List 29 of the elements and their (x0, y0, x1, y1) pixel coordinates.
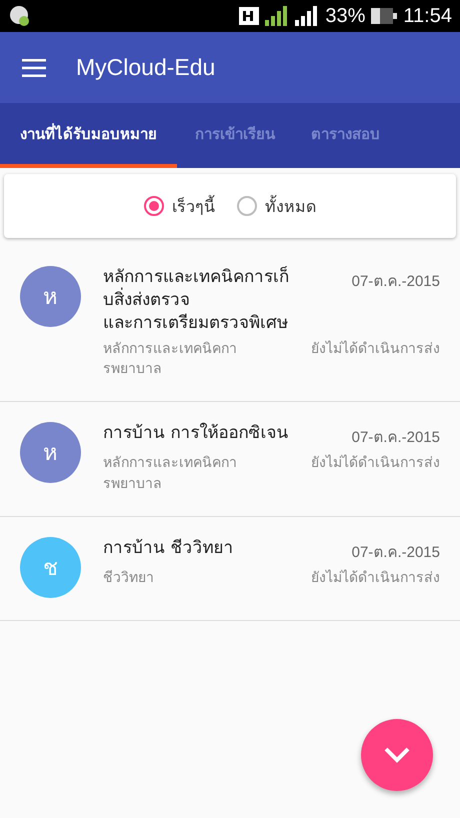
tab[interactable]: งานที่ได้รับมอบหมาย (0, 103, 177, 168)
signal-icon (295, 6, 320, 26)
signal-icon (265, 6, 290, 26)
network-type-icon (239, 7, 260, 25)
submission-status: ยังไม่ได้ดำเนินการส่ง (311, 568, 440, 588)
avatar: ห (20, 266, 81, 327)
due-date: 07-ต.ค.-2015 (352, 428, 440, 448)
battery-percent: 33% (325, 4, 366, 28)
expand-button[interactable] (361, 719, 433, 791)
assignment-title: การบ้าน การให้ออกซิเจน (103, 422, 288, 446)
subject-name: หลักการและเทคนิคกา รพยาบาล (103, 340, 237, 380)
submission-status: ยังไม่ได้ดำเนินการส่ง (311, 340, 440, 359)
avatar: ช (20, 537, 81, 598)
subject-name: ชีววิทยา (103, 569, 154, 588)
menu-icon[interactable] (22, 58, 46, 76)
due-date: 07-ต.ค.-2015 (352, 272, 440, 292)
submission-status: ยังไม่ได้ดำเนินการส่ง (311, 454, 440, 474)
due-date: 07-ต.ค.-2015 (352, 543, 440, 563)
radio-option[interactable]: เร็วๆนี้ (144, 194, 215, 218)
assignment-title: หลักการและเทคนิคการเก็ บสิ่งส่งตรวจ และการเตรียมตรวจพิเศษ (103, 266, 289, 335)
battery-icon (371, 8, 398, 24)
assignment-title: การบ้าน ชีววิทยา (103, 537, 234, 560)
chevron-down-icon (383, 746, 411, 764)
subject-name: หลักการและเทคนิคกา รพยาบาล (103, 454, 237, 494)
clock: 11:54 (403, 4, 452, 28)
avatar: ห (20, 422, 81, 484)
radio-option[interactable]: ทั้งหมด (237, 194, 316, 218)
app-title: MyCloud-Edu (76, 54, 216, 81)
notification-icon (8, 4, 32, 28)
